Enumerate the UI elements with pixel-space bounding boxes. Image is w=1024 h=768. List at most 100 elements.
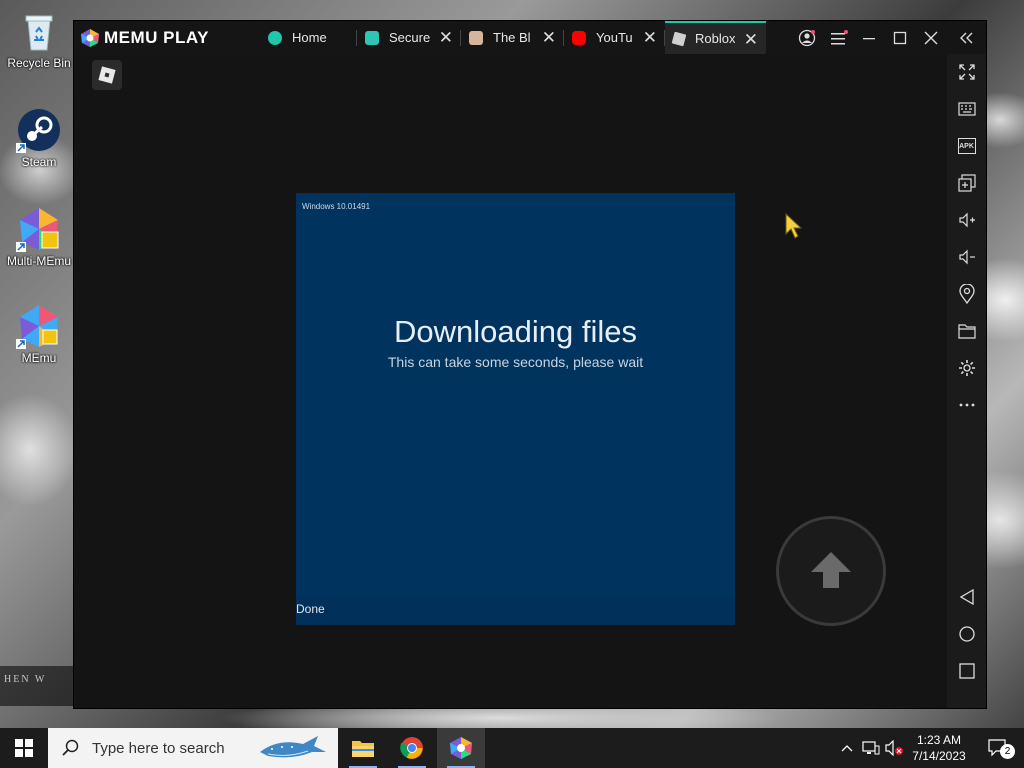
settings-icon [958, 360, 975, 376]
close-icon[interactable]: ✕ [744, 31, 758, 48]
youtube-icon [572, 30, 586, 45]
volume-muted-icon [885, 740, 903, 756]
notification-count-badge: 2 [1000, 744, 1015, 759]
chrome-button[interactable] [388, 728, 436, 768]
close-window-button[interactable] [916, 21, 946, 54]
volume-down-button[interactable] [947, 242, 986, 272]
close-icon[interactable]: ✕ [542, 29, 556, 46]
dialog-title: Downloading files [394, 314, 637, 349]
tab-youtube[interactable]: YouTu ✕ [564, 21, 665, 54]
dialog-footer: Done [296, 595, 735, 625]
search-icon [62, 739, 79, 756]
tab-label: Roblox [695, 31, 736, 46]
apk-install-icon: APK [957, 138, 976, 154]
roblox-icon [98, 66, 116, 84]
dialog-subtitle: This can take some seconds, please wait [387, 354, 644, 370]
volume-up-button[interactable] [947, 205, 986, 235]
volume-up-icon [958, 212, 975, 228]
tab-home[interactable]: Home [260, 21, 357, 54]
memu-icon [16, 303, 62, 349]
volume-button[interactable] [884, 728, 906, 768]
close-icon [924, 31, 938, 44]
done-button[interactable]: Done [296, 602, 325, 616]
version-label: Windows 10.01491 [302, 202, 371, 211]
memu-icon [450, 737, 472, 759]
memu-logo: MEMU PLAY [74, 21, 260, 54]
action-center-button[interactable]: 2 [978, 728, 1018, 768]
clock-time: 1:23 AM [916, 733, 962, 747]
back-nav-button[interactable] [947, 582, 986, 612]
account-button[interactable] [792, 21, 822, 54]
settings-button[interactable] [947, 353, 986, 383]
mouse-cursor-icon [785, 212, 803, 239]
tab-label: Secure [389, 30, 431, 45]
memu-window: MEMU PLAY Home Secure ✕ The Bl ✕ YouTu ✕… [73, 20, 987, 709]
more-icon [959, 403, 974, 407]
minimize-button[interactable] [854, 21, 884, 54]
brand-name: MEMU PLAY [104, 27, 209, 47]
home-nav-button[interactable] [947, 619, 986, 649]
search-box[interactable]: Type here to search [48, 728, 338, 768]
location-button[interactable] [947, 279, 986, 309]
network-icon [862, 741, 880, 755]
multi-instance-button[interactable] [947, 168, 986, 198]
roblox-app-button[interactable] [92, 60, 122, 90]
volume-down-icon [958, 249, 975, 265]
wallpaper-text: HEN W [0, 666, 73, 706]
arrow-up-icon [811, 552, 851, 588]
tab-label: YouTu [596, 30, 633, 45]
steam-icon [16, 107, 62, 153]
memu-logo-icon [81, 28, 99, 47]
recycle-bin-icon [16, 8, 62, 54]
taskbar: Type here to search 1:23 AM 7/14/2023 2 [0, 728, 1024, 768]
close-icon[interactable]: ✕ [439, 29, 453, 46]
clock[interactable]: 1:23 AM 7/14/2023 [908, 728, 970, 768]
multi-memu-shortcut[interactable]: Multi-MEmu [2, 206, 76, 268]
show-hidden-icons-button[interactable] [838, 728, 856, 768]
tab-label: Home [292, 30, 327, 45]
fullscreen-icon [958, 64, 975, 80]
collapse-sidebar-button[interactable] [951, 21, 981, 54]
menu-button[interactable] [824, 21, 854, 54]
memu-shortcut[interactable]: MEmu [2, 303, 76, 365]
keyboard-mapping-icon [957, 102, 976, 116]
tab-secure[interactable]: Secure ✕ [357, 21, 461, 54]
tab-the-bl[interactable]: The Bl ✕ [461, 21, 564, 54]
file-explorer-button[interactable] [339, 728, 387, 768]
recents-nav-icon [958, 663, 975, 679]
account-icon [798, 29, 816, 46]
shared-folder-button[interactable] [947, 316, 986, 346]
roblox-icon [671, 31, 687, 46]
whale-shark-icon [260, 736, 326, 758]
location-icon [958, 284, 975, 304]
apk-install-button[interactable]: APK [947, 131, 986, 161]
network-button[interactable] [860, 728, 882, 768]
clock-date: 7/14/2023 [912, 749, 966, 763]
start-button[interactable] [0, 728, 48, 768]
avatar-icon [469, 30, 483, 45]
tab-roblox[interactable]: Roblox ✕ [665, 21, 766, 54]
maximize-button[interactable] [885, 21, 915, 54]
close-icon[interactable]: ✕ [643, 29, 657, 46]
desktop-icon-label: MEmu [21, 351, 57, 365]
recents-nav-button[interactable] [947, 656, 986, 686]
jump-button[interactable] [776, 516, 886, 626]
hamburger-menu-icon [831, 29, 848, 44]
memu-taskbar-button[interactable] [437, 728, 485, 768]
keyboard-mapping-button[interactable] [947, 94, 986, 124]
more-button[interactable] [947, 390, 986, 420]
steam-shortcut[interactable]: Steam [2, 107, 76, 169]
multi-instance-icon [957, 174, 976, 192]
home-nav-icon [958, 626, 975, 642]
tab-label: The Bl [493, 30, 531, 45]
minimize-icon [863, 37, 875, 39]
emulator-screen[interactable]: Windows 10.01491 Downloading files This … [74, 54, 947, 708]
desktop-icon-label: Recycle Bin [7, 56, 71, 70]
title-bar: MEMU PLAY Home Secure ✕ The Bl ✕ YouTu ✕… [74, 21, 986, 54]
chevron-up-icon [841, 745, 853, 752]
recycle-bin-shortcut[interactable]: Recycle Bin [2, 8, 76, 70]
fullscreen-button[interactable] [947, 57, 986, 87]
desktop-icon-label: Multi-MEmu [6, 254, 71, 268]
folder-icon [352, 741, 374, 757]
search-placeholder: Type here to search [92, 739, 225, 757]
